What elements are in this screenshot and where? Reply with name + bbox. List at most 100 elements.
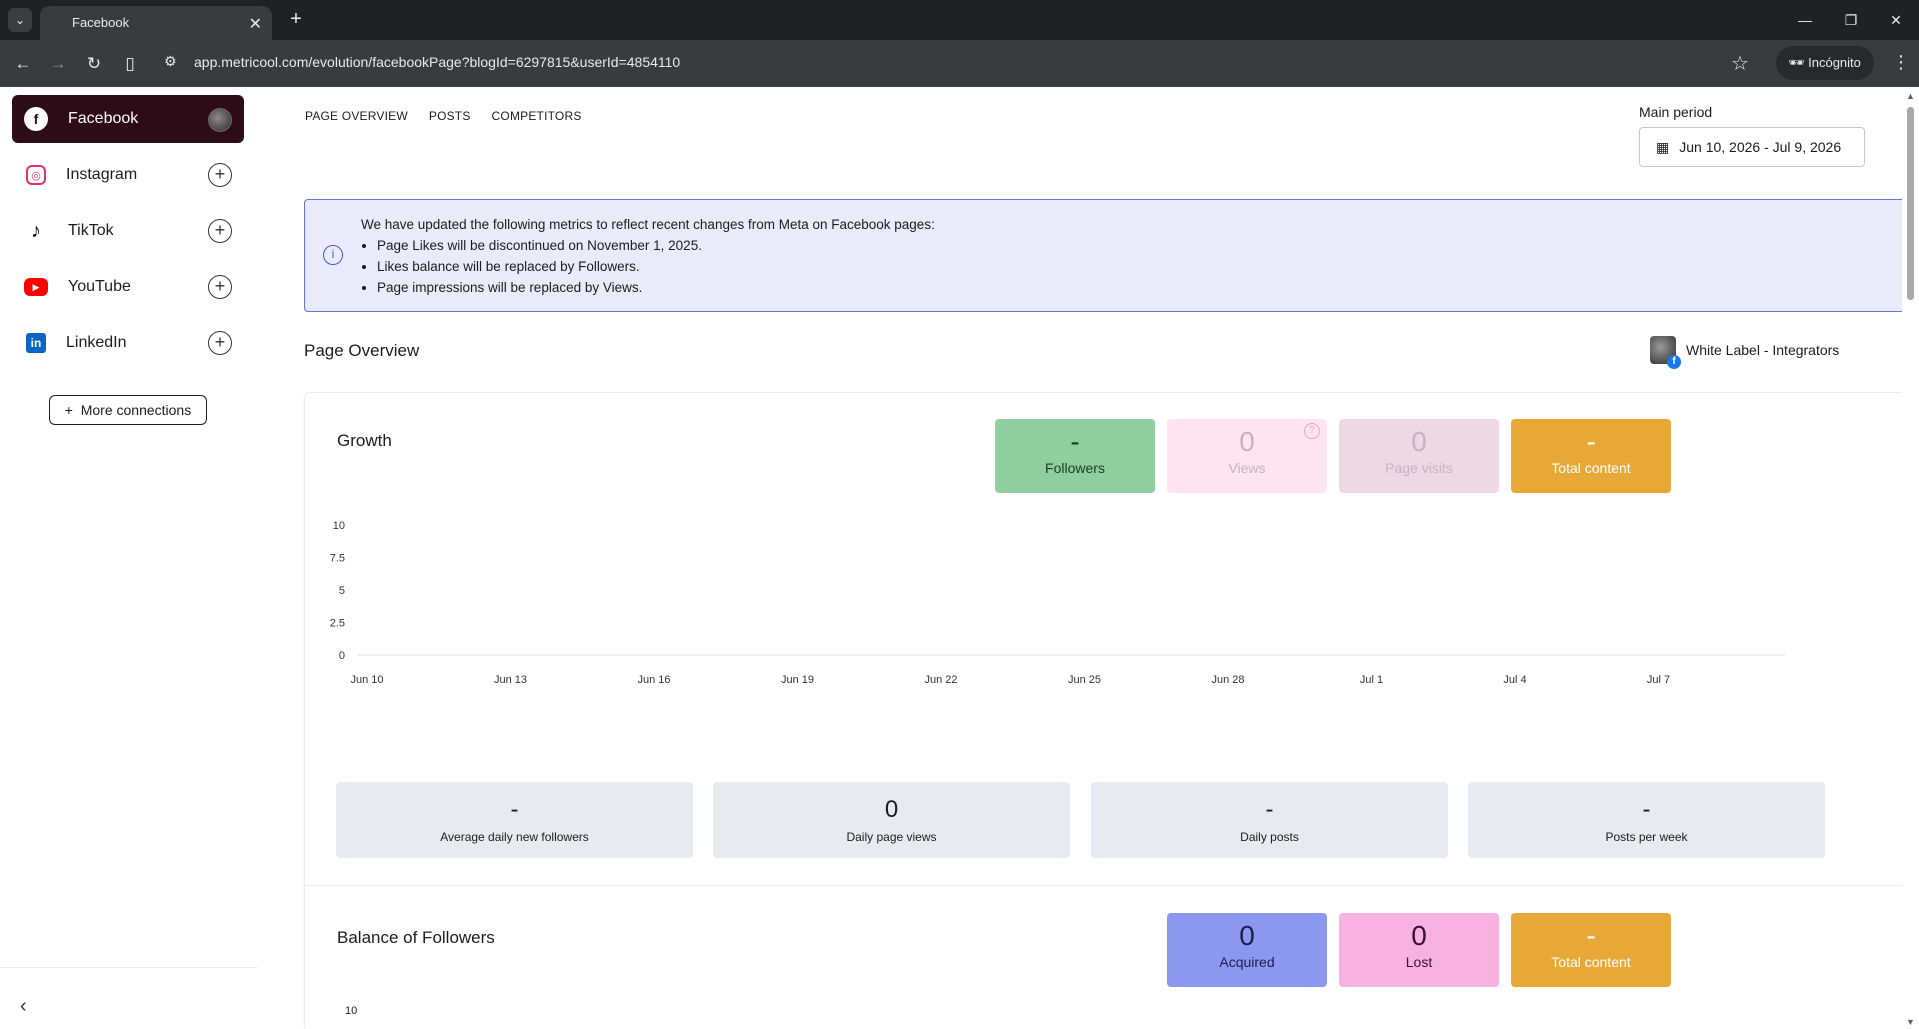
y-tick-label: 5 xyxy=(339,585,345,597)
browser-menu-icon[interactable]: ⋮ xyxy=(1892,52,1910,73)
avatar[interactable] xyxy=(208,108,232,132)
browser-tab[interactable]: Facebook ✕ xyxy=(40,6,272,40)
scroll-thumb[interactable] xyxy=(1907,107,1914,300)
add-connection-icon[interactable]: + xyxy=(208,331,232,355)
info-banner: i We have updated the following metrics … xyxy=(304,199,1919,312)
account-owner[interactable]: f White Label - Integrators xyxy=(1650,336,1840,369)
more-connections-button[interactable]: + More connections xyxy=(49,395,207,425)
stat-label: Average daily new followers xyxy=(440,830,589,844)
forward-icon[interactable]: → xyxy=(46,52,70,76)
date-range-picker[interactable]: ▦ Jun 10, 2026 - Jul 9, 2026 xyxy=(1639,127,1865,167)
stat-value: 0 xyxy=(884,796,899,823)
incognito-icon: 🕶 xyxy=(1788,55,1809,70)
sidebar-item-youtube[interactable]: ▶ YouTube + xyxy=(12,263,244,311)
sidebar-item-label: LinkedIn xyxy=(66,334,127,351)
collapse-sidebar-icon[interactable]: ‹ xyxy=(20,995,27,1018)
kpi-acquired[interactable]: 0 Acquired xyxy=(1167,913,1327,987)
incognito-badge[interactable]: 🕶 Incógnito xyxy=(1776,46,1874,80)
tab-page-overview[interactable]: PAGE OVERVIEW xyxy=(305,109,408,123)
x-tick-label: Jun 10 xyxy=(350,674,383,686)
stat-average-daily-new-followers: - Average daily new followers xyxy=(336,782,693,858)
kpi-label: Page visits xyxy=(1385,460,1453,476)
kpi-value: 0 xyxy=(1411,426,1427,457)
sidebar-item-facebook[interactable]: f Facebook xyxy=(12,95,244,143)
kpi-label: Total content xyxy=(1551,460,1631,476)
date-range-value: Jun 10, 2026 - Jul 9, 2026 xyxy=(1679,139,1842,155)
kpi-followers[interactable]: - Followers xyxy=(995,419,1155,493)
y-tick-label: 10 xyxy=(333,520,345,532)
kpi-label: Total content xyxy=(1551,954,1631,970)
x-tick-label: Jul 1 xyxy=(1360,674,1383,686)
add-connection-icon[interactable]: + xyxy=(208,163,232,187)
tiktok-icon: ♪ xyxy=(31,219,41,242)
period-label: Main period xyxy=(1639,104,1713,120)
banner-intro: We have updated the following metrics to… xyxy=(361,217,935,232)
back-icon[interactable]: ← xyxy=(11,52,35,76)
sidebar-divider xyxy=(0,967,257,968)
split-view-icon[interactable]: ▯ xyxy=(118,52,142,76)
kpi-value: 0 xyxy=(1239,920,1255,951)
sidebar-item-linkedin[interactable]: in LinkedIn + xyxy=(12,319,244,367)
sidebar-item-tiktok[interactable]: ♪ TikTok + xyxy=(12,207,244,255)
y-tick-label: 2.5 xyxy=(330,618,345,630)
instagram-icon: ◎ xyxy=(26,165,46,185)
tab-competitors[interactable]: COMPETITORS xyxy=(492,109,582,123)
x-tick-label: Jul 7 xyxy=(1647,674,1670,686)
reload-icon[interactable]: ↻ xyxy=(82,52,106,76)
facebook-icon: f xyxy=(24,107,48,131)
kpi-value: - xyxy=(1586,426,1596,457)
kpi-label: Views xyxy=(1228,460,1266,476)
growth-card: Growth - Followers ? 0 Views 0 Page visi… xyxy=(304,392,1919,1029)
address-bar: ← → ↻ ▯ ⚙ app.metricool.com/evolution/fa… xyxy=(0,40,1919,87)
bookmark-star-icon[interactable]: ☆ xyxy=(1731,51,1749,76)
youtube-icon: ▶ xyxy=(24,278,48,296)
balance-y-tick: 10 xyxy=(345,1005,358,1017)
x-tick-label: Jun 16 xyxy=(637,674,670,686)
help-icon[interactable]: ? xyxy=(1304,423,1320,439)
new-tab-icon[interactable]: + xyxy=(284,8,308,32)
y-tick-label: 7.5 xyxy=(330,553,345,565)
stat-label: Posts per week xyxy=(1605,830,1688,844)
main-content: PAGE OVERVIEW POSTS COMPETITORS Main per… xyxy=(257,87,1919,1029)
sidebar-item-label: Instagram xyxy=(66,166,138,183)
kpi-label: Followers xyxy=(1045,460,1105,476)
scroll-up-icon[interactable]: ▲ xyxy=(1906,91,1915,101)
restore-icon[interactable]: ❐ xyxy=(1836,8,1866,32)
url-field[interactable]: app.metricool.com/evolution/facebookPage… xyxy=(194,54,680,70)
close-window-icon[interactable]: ✕ xyxy=(1881,8,1911,32)
x-tick-label: Jun 22 xyxy=(924,674,957,686)
kpi-views[interactable]: ? 0 Views xyxy=(1167,419,1327,493)
page-scrollbar[interactable]: ▲ ▼ xyxy=(1902,87,1919,1029)
x-tick-label: Jun 19 xyxy=(781,674,814,686)
stat-value: - xyxy=(1642,796,1651,823)
add-connection-icon[interactable]: + xyxy=(208,219,232,243)
section-tabs: PAGE OVERVIEW POSTS COMPETITORS xyxy=(305,109,582,123)
kpi-label: Acquired xyxy=(1219,954,1275,970)
kpi-lost[interactable]: 0 Lost xyxy=(1339,913,1499,987)
kpi-page-visits[interactable]: 0 Page visits xyxy=(1339,419,1499,493)
x-tick-label: Jun 28 xyxy=(1211,674,1244,686)
info-icon: i xyxy=(323,245,343,265)
sidebar-item-instagram[interactable]: ◎ Instagram + xyxy=(12,151,244,199)
x-tick-label: Jun 13 xyxy=(494,674,527,686)
account-name: White Label - Integrators xyxy=(1686,342,1840,358)
balance-title: Balance of Followers xyxy=(337,928,495,947)
calendar-icon: ▦ xyxy=(1656,138,1670,155)
add-connection-icon[interactable]: + xyxy=(208,275,232,299)
kpi-total-content[interactable]: - Total content xyxy=(1511,419,1671,493)
stat-label: Daily posts xyxy=(1240,830,1299,844)
minimize-icon[interactable]: — xyxy=(1790,8,1820,32)
y-tick-label: 0 xyxy=(339,650,345,662)
site-info-icon[interactable]: ⚙ xyxy=(164,53,177,70)
scroll-down-icon[interactable]: ▼ xyxy=(1906,1017,1915,1027)
stat-label: Daily page views xyxy=(846,830,937,844)
browser-tab-bar: ⌄ Facebook ✕ + — ❐ ✕ xyxy=(0,0,1919,40)
tab-title: Facebook xyxy=(72,15,130,30)
close-tab-icon[interactable]: ✕ xyxy=(249,14,262,34)
kpi-balance-total-content[interactable]: - Total content xyxy=(1511,913,1671,987)
tab-posts[interactable]: POSTS xyxy=(429,109,471,123)
growth-chart-svg: 10 7.5 5 2.5 0 Jun 10 Jun 13 Jun 16 Jun 19 Jun 22… xyxy=(330,520,1785,686)
stat-daily-posts: - Daily posts xyxy=(1091,782,1448,858)
kpi-value: 0 xyxy=(1411,920,1427,951)
tab-search-icon[interactable]: ⌄ xyxy=(8,8,32,32)
